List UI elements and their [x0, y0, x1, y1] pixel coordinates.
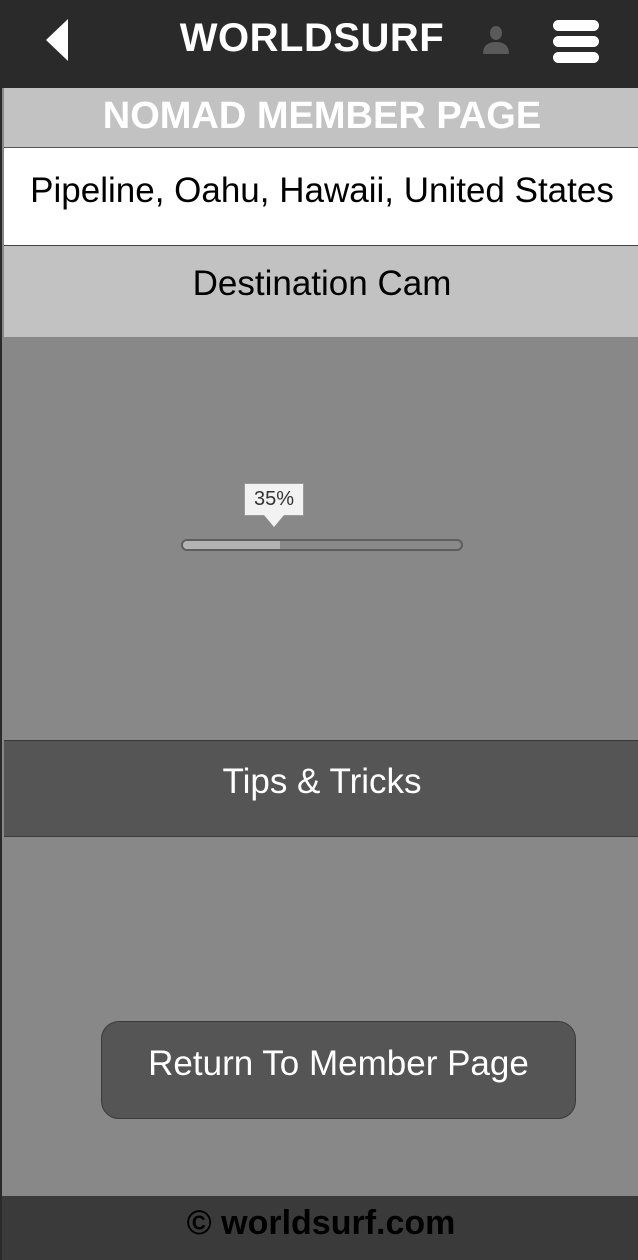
menu-bar-middle [553, 36, 599, 47]
page-heading: NOMAD MEMBER PAGE [4, 88, 638, 148]
loading-progress-fill [183, 541, 281, 549]
back-arrow-icon[interactable] [42, 14, 78, 66]
progress-percent-tooltip: 35% [244, 483, 304, 516]
loading-progress-bar [181, 539, 463, 551]
user-icon[interactable] [478, 22, 514, 62]
location-title: Pipeline, Oahu, Hawaii, United States [4, 148, 638, 246]
app-screen: WORLDSURF NOMAD MEMBER PAGE Pipeline, Oa… [0, 0, 638, 1260]
menu-bar-bottom [553, 52, 599, 63]
tips-and-tricks-button[interactable]: Tips & Tricks [4, 740, 638, 837]
app-title: WORLDSURF [179, 16, 445, 60]
footer-copyright: © worldsurf.com [2, 1196, 638, 1260]
menu-bar-top [553, 20, 599, 31]
destination-cam-header: Destination Cam [4, 246, 638, 337]
hamburger-menu-icon[interactable] [550, 18, 602, 66]
tooltip-arrow [264, 515, 284, 527]
return-to-member-page-button[interactable]: Return To Member Page [101, 1021, 576, 1119]
top-nav-bar: WORLDSURF [2, 0, 638, 88]
